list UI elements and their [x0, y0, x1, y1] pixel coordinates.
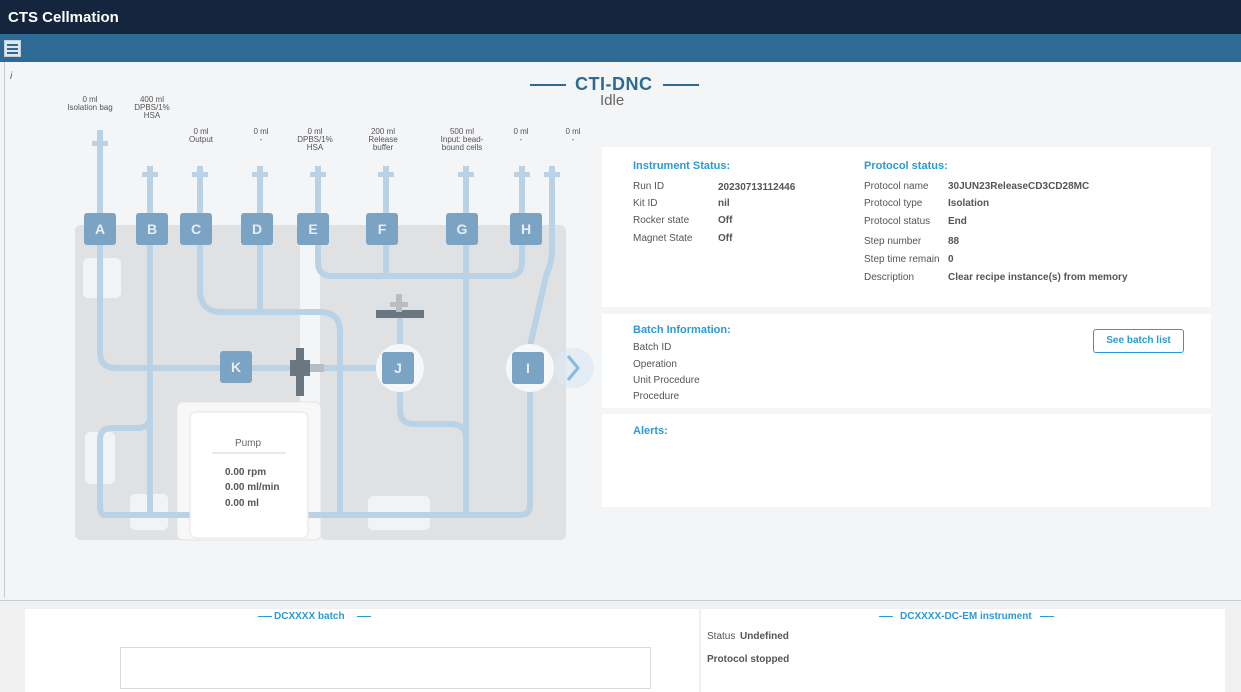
instrument-footer-title: DCXXXX-DC-EM instrument — [900, 611, 1032, 622]
pump-title: Pump — [235, 438, 262, 449]
rocker-state-value: Off — [718, 215, 733, 226]
magnet-state-value: Off — [718, 233, 733, 244]
valve-c[interactable]: C — [191, 221, 201, 237]
alerts-panel — [602, 414, 1211, 507]
protocol-state-value: End — [948, 216, 967, 227]
step-time-label: Step time remain — [864, 254, 940, 265]
description-value: Clear recipe instance(s) from memory — [948, 272, 1128, 283]
batch-title-dash-right — [357, 616, 371, 617]
valve-j[interactable]: J — [394, 360, 402, 376]
valve-k[interactable]: K — [231, 359, 241, 375]
run-id-label: Run ID — [633, 181, 665, 192]
batch-title-dash-left — [258, 616, 272, 617]
rocker-state-label: Rocker state — [633, 215, 690, 226]
operation-label: Operation — [633, 359, 677, 370]
protocol-name-value: 30JUN23ReleaseCD3CD28MC — [948, 181, 1090, 192]
footer-protocol-text: Protocol stopped — [707, 654, 790, 665]
magnet-state-label: Magnet State — [633, 233, 693, 244]
protocol-type-value: Isolation — [948, 198, 990, 209]
pump-volume: 0.00 ml — [225, 498, 259, 509]
instrument-title-dash-right — [1040, 616, 1054, 617]
instrument-status-title: Instrument Status: — [633, 160, 731, 172]
dash-right — [663, 84, 699, 86]
alerts-title: Alerts: — [633, 425, 668, 437]
valve-f[interactable]: F — [378, 221, 387, 237]
batch-footer-title: DCXXXX batch — [274, 611, 345, 622]
kit-id-label: Kit ID — [633, 198, 658, 209]
procedure-label: Procedure — [633, 391, 680, 402]
protocol-state-label: Protocol status — [864, 216, 931, 227]
unit-procedure-label: Unit Procedure — [633, 375, 700, 386]
valve-i[interactable]: I — [526, 360, 530, 376]
valve-b[interactable]: B — [147, 221, 157, 237]
fluidic-diagram: A B C D E F G H K J I Pump 0.00 rpm 0.00… — [75, 130, 594, 541]
description-label: Description — [864, 272, 915, 283]
see-batch-list-button[interactable]: See batch list — [1093, 329, 1184, 353]
batch-info-title: Batch Information: — [633, 324, 731, 336]
batch-id-label: Batch ID — [633, 342, 672, 353]
step-number-label: Step number — [864, 236, 922, 247]
protocol-name-label: Protocol name — [864, 181, 929, 192]
step-number-value: 88 — [948, 236, 960, 247]
batch-footer-box — [120, 647, 651, 689]
device-state: Idle — [600, 92, 625, 109]
valve-a[interactable]: A — [95, 221, 105, 237]
pump-flow: 0.00 ml/min — [225, 482, 279, 493]
valve-g[interactable]: G — [457, 221, 468, 237]
protocol-type-label: Protocol type — [864, 198, 923, 209]
step-time-value: 0 — [948, 254, 954, 265]
protocol-status-title: Protocol status: — [864, 160, 948, 172]
valve-e[interactable]: E — [308, 221, 317, 237]
valve-d[interactable]: D — [252, 221, 262, 237]
footer-status-value: Undefined — [740, 631, 789, 642]
footer-status-label: Status — [707, 631, 736, 642]
instrument-title-dash-left — [879, 616, 893, 617]
valve-h[interactable]: H — [521, 221, 531, 237]
kit-id-value: nil — [718, 198, 730, 209]
pump-rpm: 0.00 rpm — [225, 467, 266, 478]
run-id-value: 20230713112446 — [718, 182, 796, 193]
